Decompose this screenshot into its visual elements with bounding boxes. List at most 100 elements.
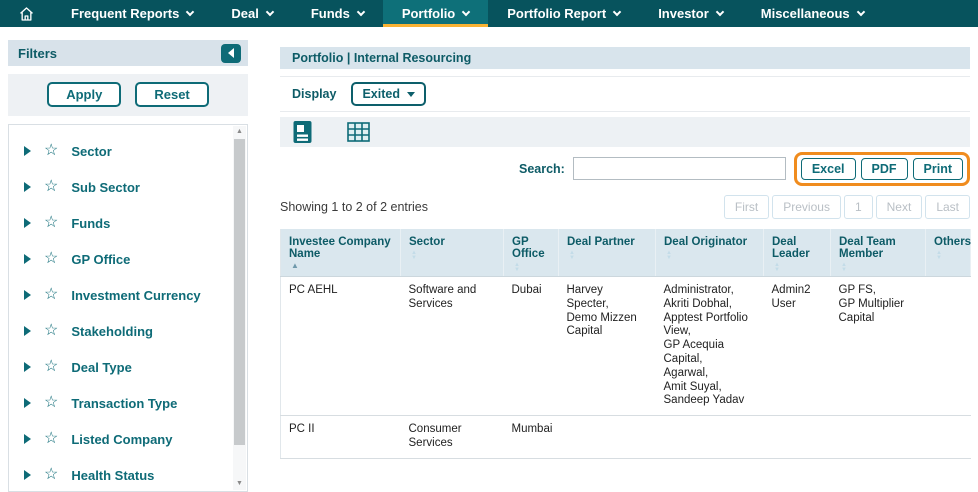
chevron-down-icon [856, 8, 864, 16]
cell-deal-partner: Harvey Specter, Demo Mizzen Capital [559, 277, 656, 416]
card-view-icon [293, 120, 312, 144]
sort-both-icon: ▲▼ [411, 251, 495, 261]
investee-company-link[interactable]: PC II [281, 416, 401, 459]
cell-others [926, 277, 971, 416]
nav-label: Deal [231, 6, 258, 21]
table-row: PC AEHL Software and Services Dubai Harv… [281, 277, 971, 416]
favorite-icon[interactable]: ☆ [44, 467, 58, 483]
filter-item-sector[interactable]: ☆Sector [9, 133, 247, 169]
filter-item-funds[interactable]: ☆Funds [9, 205, 247, 241]
pagination-previous[interactable]: Previous [772, 195, 841, 219]
expand-icon[interactable] [24, 434, 31, 444]
column-header-deal-partner[interactable]: Deal Partner▲▼ [559, 229, 656, 277]
nav-item-investor[interactable]: Investor [639, 0, 742, 27]
reset-button[interactable]: Reset [135, 82, 208, 107]
filter-item-deal-type[interactable]: ☆Deal Type [9, 349, 247, 385]
column-header-deal-leader[interactable]: Deal Leader▲▼ [764, 229, 831, 277]
cell-sector: Consumer Services [401, 416, 504, 459]
chevron-down-icon [186, 8, 194, 16]
column-header-deal-team-member[interactable]: Deal Team Member▲▼ [831, 229, 926, 277]
favorite-icon[interactable]: ☆ [44, 431, 58, 447]
expand-icon[interactable] [24, 218, 31, 228]
pagination-last[interactable]: Last [925, 195, 970, 219]
nav-item-portfolio-report[interactable]: Portfolio Report [488, 0, 639, 27]
nav-label: Portfolio Report [507, 6, 606, 21]
filter-item-investment-currency[interactable]: ☆Investment Currency [9, 277, 247, 313]
nav-item-deal[interactable]: Deal [212, 0, 291, 27]
favorite-icon[interactable]: ☆ [44, 395, 58, 411]
table-view-icon [347, 122, 370, 142]
pagination: First Previous 1 Next Last [724, 195, 970, 219]
sidebar-scrollbar[interactable]: ▲ ▼ [233, 126, 246, 490]
nav-item-frequent-reports[interactable]: Frequent Reports [52, 0, 212, 27]
favorite-icon[interactable]: ☆ [44, 179, 58, 195]
chevron-down-icon [716, 8, 724, 16]
home-button[interactable] [0, 0, 52, 27]
expand-icon[interactable] [24, 254, 31, 264]
cell-deal-originator: Administrator, Akriti Dobhal, Apptest Po… [656, 277, 764, 416]
scroll-down-icon[interactable]: ▼ [233, 478, 246, 490]
scrollbar-thumb[interactable] [234, 139, 245, 445]
column-header-sector[interactable]: Sector▲▼ [401, 229, 504, 277]
favorite-icon[interactable]: ☆ [44, 215, 58, 231]
expand-icon[interactable] [24, 290, 31, 300]
collapse-icon [228, 48, 234, 58]
favorite-icon[interactable]: ☆ [44, 323, 58, 339]
cell-gp-office: Mumbai [504, 416, 559, 459]
expand-icon[interactable] [24, 398, 31, 408]
collapse-sidebar-button[interactable] [221, 44, 241, 63]
nav-label: Investor [658, 6, 709, 21]
chevron-down-icon [462, 8, 470, 16]
favorite-icon[interactable]: ☆ [44, 143, 58, 159]
display-label: Display [292, 87, 336, 101]
filter-item-gp-office[interactable]: ☆GP Office [9, 241, 247, 277]
pagination-page-1[interactable]: 1 [844, 195, 873, 219]
favorite-icon[interactable]: ☆ [44, 287, 58, 303]
expand-icon[interactable] [24, 146, 31, 156]
cell-deal-originator [656, 416, 764, 459]
top-navigation-bar: Frequent Reports Deal Funds Portfolio Po… [0, 0, 978, 27]
scroll-up-icon[interactable]: ▲ [233, 126, 246, 138]
nav-item-miscellaneous[interactable]: Miscellaneous [742, 0, 883, 27]
cell-others [926, 416, 971, 459]
excel-button[interactable]: Excel [801, 158, 856, 180]
expand-icon[interactable] [24, 182, 31, 192]
home-icon [18, 6, 35, 22]
favorite-icon[interactable]: ☆ [44, 359, 58, 375]
expand-icon[interactable] [24, 470, 31, 480]
nav-item-portfolio[interactable]: Portfolio [383, 0, 488, 27]
column-header-others[interactable]: Others▲▼ [926, 229, 971, 277]
column-header-investee-company-name[interactable]: Investee Company Name▲ [281, 229, 401, 277]
pagination-first[interactable]: First [724, 195, 769, 219]
filters-title: Filters [18, 46, 57, 61]
expand-icon[interactable] [24, 326, 31, 336]
sort-both-icon: ▲▼ [514, 263, 550, 273]
apply-button[interactable]: Apply [47, 82, 121, 107]
chevron-down-icon [357, 8, 365, 16]
sort-both-icon: ▲▼ [774, 263, 822, 273]
column-header-deal-originator[interactable]: Deal Originator▲▼ [656, 229, 764, 277]
dropdown-caret-icon [407, 92, 415, 97]
filter-item-transaction-type[interactable]: ☆Transaction Type [9, 385, 247, 421]
display-dropdown[interactable]: Exited [351, 82, 426, 106]
favorite-icon[interactable]: ☆ [44, 251, 58, 267]
investee-company-link[interactable]: PC AEHL [281, 277, 401, 416]
card-view-button[interactable] [293, 120, 312, 144]
filter-item-sub-sector[interactable]: ☆Sub Sector [9, 169, 247, 205]
print-button[interactable]: Print [913, 158, 963, 180]
sort-both-icon: ▲▼ [936, 251, 962, 261]
nav-label: Funds [311, 6, 350, 21]
expand-icon[interactable] [24, 362, 31, 372]
sort-both-icon: ▲▼ [666, 251, 755, 261]
table-view-button[interactable] [347, 122, 370, 142]
chevron-down-icon [266, 8, 274, 16]
pagination-next[interactable]: Next [876, 195, 923, 219]
nav-item-funds[interactable]: Funds [292, 0, 383, 27]
filter-item-health-status[interactable]: ☆Health Status [9, 457, 247, 492]
search-input[interactable] [573, 157, 786, 180]
filter-item-stakeholding[interactable]: ☆Stakeholding [9, 313, 247, 349]
pdf-button[interactable]: PDF [861, 158, 908, 180]
main-content: Portfolio | Internal Resourcing Display … [280, 47, 970, 459]
column-header-gp-office[interactable]: GP Office▲▼ [504, 229, 559, 277]
filter-item-listed-company[interactable]: ☆Listed Company [9, 421, 247, 457]
